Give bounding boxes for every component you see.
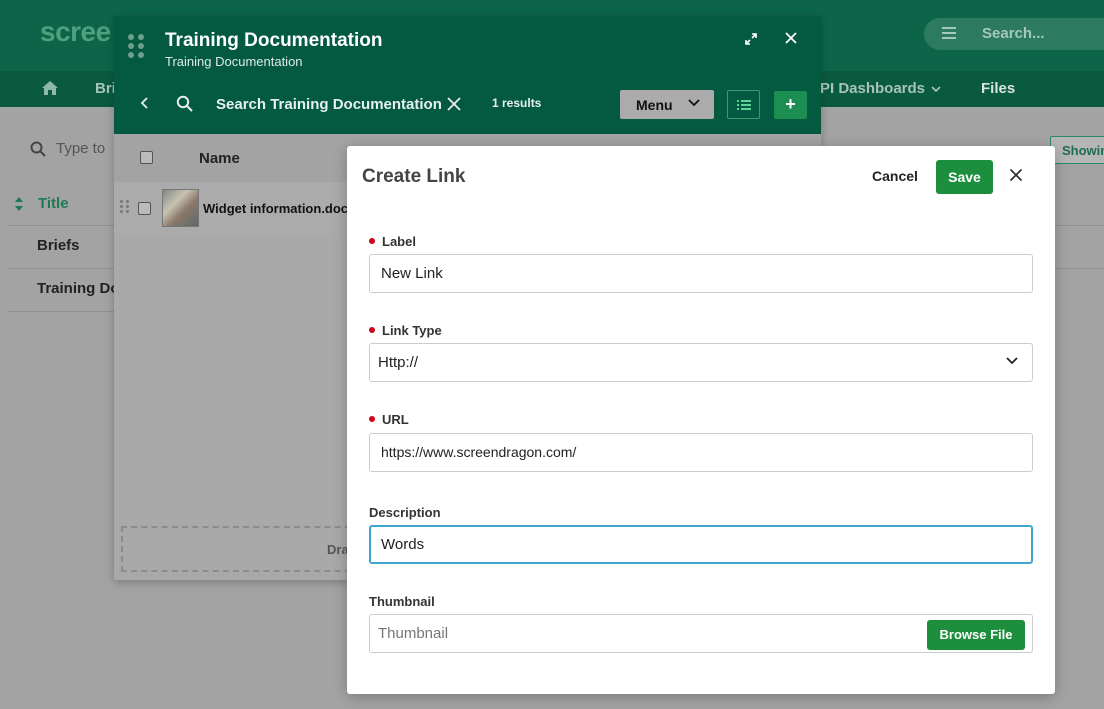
panel-title: Training Documentation — [165, 30, 383, 51]
file-thumbnail — [162, 189, 199, 227]
drop-zone-text: Dra — [327, 542, 349, 557]
description-field-label: Description — [369, 505, 441, 520]
row-drag-icon[interactable] — [120, 200, 129, 213]
list-view-button[interactable] — [727, 90, 760, 119]
link-type-field-label-text: Link Type — [382, 323, 442, 338]
list-icon — [737, 100, 751, 110]
panel-search-input[interactable]: Search Training Documentation — [216, 96, 442, 113]
close-icon[interactable] — [1009, 168, 1023, 187]
description-input[interactable]: Words — [369, 525, 1033, 564]
global-search[interactable]: Search... — [924, 18, 1104, 50]
search-icon — [30, 141, 46, 157]
filter-placeholder: Type to — [56, 140, 106, 157]
nav-item-briefs[interactable]: Bri — [95, 80, 116, 97]
browse-file-button[interactable]: Browse File — [927, 620, 1025, 650]
drop-zone[interactable]: Dra — [121, 526, 361, 572]
panel-subtitle: Training Documentation — [165, 54, 303, 69]
thumbnail-input[interactable]: Thumbnail Browse File — [369, 614, 1033, 653]
chevron-down-icon — [931, 86, 941, 93]
menu-button[interactable]: Menu — [620, 90, 714, 119]
file-name[interactable]: Widget information.doc — [203, 201, 348, 216]
link-type-value: Http:// — [378, 354, 419, 371]
thumbnail-placeholder: Thumbnail — [378, 625, 449, 642]
chevron-down-icon — [688, 99, 700, 107]
url-input[interactable]: https://www.screendragon.com/ — [369, 433, 1033, 472]
required-icon — [369, 327, 375, 333]
nav-item-kpi-dashboards[interactable]: PI Dashboards — [820, 80, 941, 97]
menu-button-label: Menu — [636, 97, 673, 113]
clear-search-icon[interactable] — [446, 96, 462, 117]
title-column-header[interactable]: Title — [14, 195, 69, 213]
row-checkbox[interactable] — [138, 202, 151, 215]
label-input[interactable]: New Link — [369, 254, 1033, 293]
label-field-label: Label — [369, 234, 416, 249]
select-all-checkbox[interactable] — [140, 151, 153, 164]
url-field-label-text: URL — [382, 412, 409, 427]
filter-input[interactable]: Type to — [30, 140, 105, 157]
create-link-dialog: Create Link Cancel Save Label New Link L… — [347, 146, 1055, 694]
link-type-field-label: Link Type — [369, 323, 442, 338]
back-icon[interactable] — [140, 96, 150, 115]
dialog-title: Create Link — [362, 166, 466, 187]
panel-header: Training Documentation Training Document… — [114, 16, 821, 134]
name-column-label: Name — [199, 150, 240, 167]
required-icon — [369, 416, 375, 422]
url-field-label: URL — [369, 412, 409, 427]
label-field-label-text: Label — [382, 234, 416, 249]
divider — [1054, 225, 1104, 226]
close-icon[interactable] — [784, 31, 798, 50]
drag-handle-icon[interactable] — [128, 34, 144, 58]
save-button[interactable]: Save — [936, 160, 993, 194]
showing-button[interactable]: Showin — [1050, 136, 1104, 164]
results-count: 1 results — [492, 96, 542, 110]
sort-icon — [15, 197, 23, 212]
chevron-down-icon — [1006, 357, 1018, 365]
required-icon — [369, 238, 375, 244]
add-button[interactable]: + — [774, 91, 807, 119]
nav-item-files[interactable]: Files — [981, 80, 1015, 97]
cancel-button[interactable]: Cancel — [872, 168, 918, 184]
thumbnail-field-label: Thumbnail — [369, 594, 435, 609]
divider — [1054, 268, 1104, 269]
menu-icon — [942, 27, 956, 42]
link-type-select[interactable]: Http:// — [369, 343, 1033, 382]
nav-item-kpi-label: PI Dashboards — [820, 80, 926, 97]
app-logo: scree — [40, 16, 111, 47]
search-icon — [176, 95, 194, 118]
title-column-label: Title — [38, 195, 69, 212]
global-search-placeholder: Search... — [982, 25, 1045, 42]
expand-icon[interactable] — [744, 32, 758, 51]
home-icon[interactable] — [42, 81, 58, 99]
